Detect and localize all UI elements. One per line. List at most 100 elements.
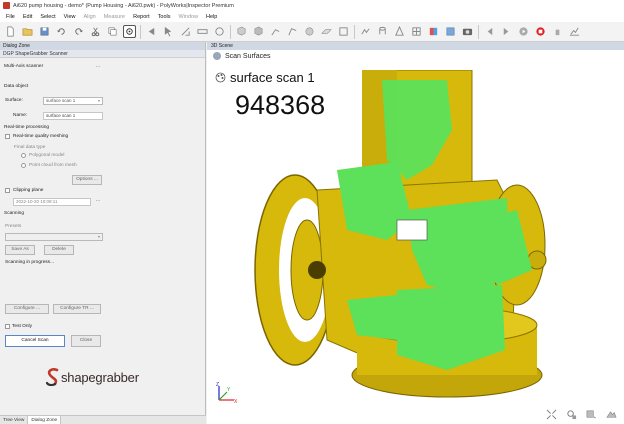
undo-icon[interactable] (55, 25, 68, 38)
menu-view[interactable]: View (64, 14, 76, 20)
back-arrow-icon[interactable] (145, 25, 158, 38)
scan-surfaces-label: Scan Surfaces (225, 52, 271, 60)
cube-icon[interactable] (235, 25, 248, 38)
toolbar-separator (354, 24, 355, 39)
display-options-dropdown-icon[interactable] (604, 408, 618, 420)
play-icon[interactable] (517, 25, 530, 38)
clipping-plane-checkbox[interactable] (5, 188, 10, 193)
expand-icon[interactable] (544, 408, 558, 420)
chevron-down-icon: ▾ (97, 98, 100, 103)
save-icon[interactable] (38, 25, 51, 38)
sphere-icon[interactable] (303, 25, 316, 38)
polygonal-model-radio[interactable] (21, 153, 26, 158)
feature-icon[interactable] (359, 25, 372, 38)
delete-button[interactable]: Delete (44, 245, 74, 255)
open-folder-icon[interactable] (21, 25, 34, 38)
final-data-label: Final data type (14, 145, 46, 150)
multi-axis-label: Multi-Axis scanner (4, 64, 44, 69)
scanner-panel-title: DGP ShapeGrabber Scanner (0, 50, 205, 58)
configure-button[interactable]: Configure ... (5, 304, 49, 314)
options-button[interactable]: Options ... (72, 175, 102, 185)
axis-x-label: X (234, 399, 238, 404)
name-field[interactable]: surface scan 1 (43, 112, 103, 120)
select-arrow-icon[interactable] (162, 25, 175, 38)
menu-file[interactable]: File (6, 14, 15, 20)
plane-icon[interactable] (320, 25, 333, 38)
step-back-icon[interactable] (483, 25, 496, 38)
surface-label: Surface: (5, 98, 23, 103)
axis-z-label: Z (216, 382, 219, 388)
tab-dialog-zone[interactable]: Dialog Zone (28, 416, 62, 424)
scan-surfaces-icon (213, 52, 221, 60)
toolbar-separator (140, 24, 141, 39)
cancel-scan-button[interactable]: Cancel Scan (5, 335, 65, 347)
scan-status-text: Scanning in progress... (5, 260, 55, 265)
probe-arm-icon[interactable] (286, 25, 299, 38)
3d-scene-header: 3D Scene (207, 42, 624, 50)
frame-icon[interactable] (337, 25, 350, 38)
data-object-label: Data object (4, 84, 29, 89)
menu-window[interactable]: Window (178, 14, 198, 20)
chevron-down-icon: ▾ (97, 234, 100, 239)
tab-tree-view[interactable]: Tree View (0, 416, 29, 424)
capture-icon[interactable] (123, 25, 136, 38)
presets-dropdown[interactable]: ▾ (5, 233, 103, 241)
realtime-meshing-checkbox[interactable] (5, 134, 10, 139)
scan-arm-icon[interactable] (269, 25, 282, 38)
probe-icon[interactable] (213, 25, 226, 38)
scan-object-label: surface scan 1 (215, 70, 315, 85)
scene-tools-icon[interactable] (564, 408, 578, 420)
cube-view-icon[interactable] (252, 25, 265, 38)
toolbar-separator (478, 24, 479, 39)
logo-text: shapegrabber (61, 369, 139, 385)
new-file-icon[interactable] (4, 25, 17, 38)
stop-icon[interactable] (534, 25, 547, 38)
close-button[interactable]: Close (71, 335, 101, 347)
3d-scene-panel: 3D Scene Scan Surfaces surface scan 1 94… (207, 42, 624, 424)
align-icon[interactable] (179, 25, 192, 38)
shapegrabber-logo: shapegrabber (46, 368, 139, 386)
name-label: Name: (13, 113, 28, 118)
presets-label: Presets (5, 224, 22, 229)
scanning-label: Scanning (4, 211, 25, 216)
surface-dropdown-value: surface scan 1 (46, 98, 76, 103)
menu-align[interactable]: Align (83, 14, 95, 20)
copy-icon[interactable] (106, 25, 119, 38)
save-as-button[interactable]: Save As (5, 245, 35, 255)
multi-axis-more-button[interactable]: … (94, 64, 102, 70)
menu-report[interactable]: Report (133, 14, 150, 20)
point-cloud-radio[interactable] (21, 163, 26, 168)
view-mode-dropdown-icon[interactable] (584, 408, 598, 420)
app-icon (3, 2, 10, 9)
menu-help[interactable]: Help (206, 14, 217, 20)
axis-y-label: Y (227, 387, 231, 393)
cone-icon[interactable] (393, 25, 406, 38)
axis-triad: X Z Y (216, 382, 238, 404)
menu-select[interactable]: Select (40, 14, 55, 20)
menu-tools[interactable]: Tools (158, 14, 171, 20)
point-counter: 948368 (235, 90, 326, 120)
cut-icon[interactable] (89, 25, 102, 38)
camera-icon[interactable] (461, 25, 474, 38)
report-icon[interactable] (444, 25, 457, 38)
scene-subheader: Scan Surfaces (213, 52, 271, 60)
clipping-plane-label: Clipping plane (13, 188, 44, 193)
clipping-more-button[interactable]: … (94, 198, 102, 204)
step-forward-icon[interactable] (500, 25, 513, 38)
measure-icon[interactable] (196, 25, 209, 38)
color-map-icon[interactable] (427, 25, 440, 38)
chart-icon[interactable] (568, 25, 581, 38)
cylinder-icon[interactable] (376, 25, 389, 38)
realtime-meshing-label: Real-time quality meshing (13, 134, 69, 139)
redo-icon[interactable] (72, 25, 85, 38)
configure-tr-button[interactable]: Configure TR ... (53, 304, 101, 314)
dialog-zone-panel: Dialog Zone DGP ShapeGrabber Scanner Mul… (0, 42, 206, 424)
hand-icon[interactable] (551, 25, 564, 38)
test-only-checkbox[interactable] (5, 324, 10, 329)
menu-edit[interactable]: Edit (23, 14, 32, 20)
grid-icon[interactable] (410, 25, 423, 38)
test-only-label: Test Only (12, 324, 32, 329)
clipping-plane-field[interactable]: 2022-10-20 10:09:11 (13, 198, 91, 206)
surface-dropdown[interactable]: surface scan 1 ▾ (43, 97, 103, 105)
menu-measure[interactable]: Measure (104, 14, 125, 20)
